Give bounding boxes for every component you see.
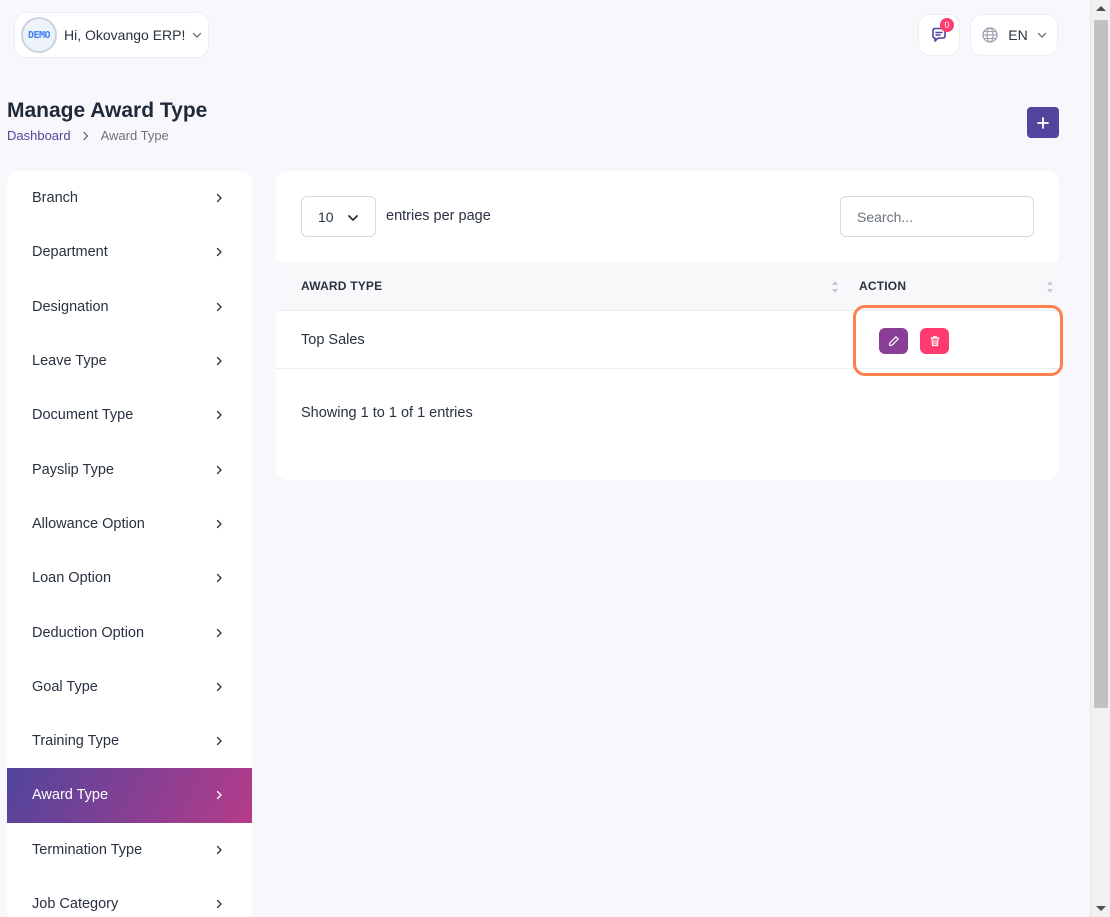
column-header-award-type[interactable]: AWARD TYPE <box>301 279 382 293</box>
chevron-right-icon <box>216 248 222 257</box>
language-label: EN <box>1008 27 1028 43</box>
trash-icon <box>929 336 940 347</box>
sidebar-item-label: Deduction Option <box>32 624 145 641</box>
chevron-right-icon <box>82 131 90 141</box>
sidebar-item-deduction-option[interactable]: Deduction Option <box>7 605 252 659</box>
sidebar-item-leave-type[interactable]: Leave Type <box>7 334 252 388</box>
sort-icon[interactable] <box>1046 279 1054 295</box>
award-type-card: 10 entries per page AWARD TYPE ACTION To… <box>276 171 1063 480</box>
column-header-action[interactable]: ACTION <box>859 279 906 293</box>
chevron-right-icon <box>216 465 222 474</box>
page-title: Manage Award Type <box>7 99 208 122</box>
sidebar-item-allowance-option[interactable]: Allowance Option <box>7 497 252 551</box>
add-award-type-button[interactable] <box>1027 107 1059 138</box>
sidebar-item-label: Payslip Type <box>32 461 114 478</box>
company-logo: DEMO <box>21 17 57 53</box>
sidebar-item-branch[interactable]: Branch <box>7 171 252 225</box>
search-input[interactable] <box>840 196 1034 237</box>
chevron-right-icon <box>216 356 222 366</box>
chevron-down-icon <box>1037 32 1046 38</box>
sidebar-item-label: Designation <box>32 298 109 315</box>
page-scrollbar[interactable] <box>1090 0 1110 917</box>
chevron-right-icon <box>216 682 222 691</box>
chevron-right-icon <box>216 845 222 854</box>
entries-per-page-label: entries per page <box>386 208 491 224</box>
globe-icon <box>982 27 998 43</box>
sidebar-item-label: Training Type <box>32 733 120 750</box>
breadcrumb-dashboard-link[interactable]: Dashboard <box>7 128 71 143</box>
award-type-cell: Top Sales <box>301 332 365 348</box>
sidebar-item-label: Leave Type <box>32 353 107 370</box>
chevron-right-icon <box>216 791 222 800</box>
sidebar-item-training-type[interactable]: Training Type <box>7 714 252 768</box>
sidebar-item-loan-option[interactable]: Loan Option <box>7 551 252 605</box>
sidebar-item-label: Job Category <box>32 896 119 912</box>
messages-button[interactable]: 0 <box>918 14 960 56</box>
sidebar-item-document-type[interactable]: Document Type <box>7 388 252 442</box>
notification-badge: 0 <box>940 18 954 32</box>
sidebar-item-termination-type[interactable]: Termination Type <box>7 823 252 877</box>
table-info: Showing 1 to 1 of 1 entries <box>301 405 473 421</box>
user-greeting: Hi, Okovango ERP! <box>64 27 186 43</box>
scroll-up-arrow-icon[interactable] <box>1096 6 1106 11</box>
plus-icon <box>1037 116 1049 129</box>
edit-button[interactable] <box>879 328 908 354</box>
delete-button[interactable] <box>920 328 949 354</box>
sidebar-item-goal-type[interactable]: Goal Type <box>7 660 252 714</box>
sort-icon[interactable] <box>831 279 839 295</box>
chevron-right-icon <box>216 411 222 420</box>
sidebar-item-label: Branch <box>32 190 78 207</box>
sidebar-item-label: Loan Option <box>32 570 112 587</box>
chevron-right-icon <box>216 519 222 529</box>
chevron-down-icon <box>348 215 358 221</box>
chevron-right-icon <box>216 193 222 203</box>
chevron-right-icon <box>216 628 222 637</box>
sidebar-item-label: Allowance Option <box>32 515 145 532</box>
settings-sidebar: Branch Department Designation Leave Type Doc… <box>7 171 252 917</box>
chevron-down-icon <box>193 32 202 38</box>
sidebar-item-payslip-type[interactable]: Payslip Type <box>7 442 252 496</box>
entries-value: 10 <box>318 208 334 225</box>
chevron-right-icon <box>216 574 222 583</box>
chevron-right-icon <box>216 899 222 909</box>
sidebar-item-label: Termination Type <box>32 841 143 858</box>
sidebar-item-label: Department <box>32 244 108 261</box>
scroll-down-arrow-icon[interactable] <box>1096 906 1106 911</box>
sidebar-item-job-category[interactable]: Job Category <box>7 877 252 917</box>
chevron-right-icon <box>216 302 222 311</box>
sidebar-item-designation[interactable]: Designation <box>7 280 252 334</box>
sidebar-item-label: Document Type <box>32 407 134 424</box>
language-selector[interactable]: EN <box>970 14 1058 56</box>
sidebar-item-department[interactable]: Department <box>7 225 252 279</box>
chevron-right-icon <box>216 736 222 746</box>
entries-per-page-select[interactable]: 10 <box>301 196 376 237</box>
breadcrumb: Dashboard Award Type <box>7 128 169 143</box>
sidebar-item-award-type[interactable]: Award Type <box>7 768 252 823</box>
breadcrumb-current: Award Type <box>100 128 169 143</box>
pencil-icon <box>888 336 899 346</box>
sidebar-item-label: Award Type <box>32 787 109 804</box>
scroll-thumb[interactable] <box>1094 20 1108 708</box>
table-header: AWARD TYPE ACTION <box>276 262 1059 311</box>
user-menu[interactable]: DEMO Hi, Okovango ERP! <box>14 12 209 58</box>
sidebar-item-label: Goal Type <box>32 678 98 695</box>
